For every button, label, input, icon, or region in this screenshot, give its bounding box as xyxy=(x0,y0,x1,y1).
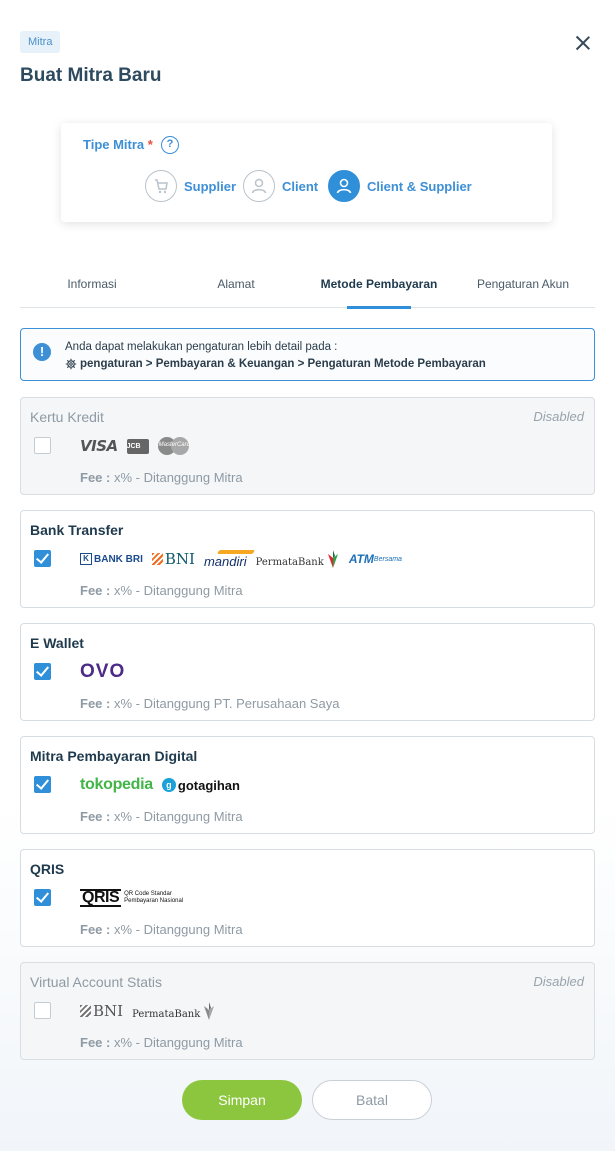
payment-method-checkbox[interactable] xyxy=(34,663,51,680)
option-label: Client xyxy=(282,178,319,194)
gotagihan-logo: g gotagihan xyxy=(161,778,240,793)
visa-logo: VISA xyxy=(80,437,118,455)
create-partner-page: Mitra Buat Mitra Baru Tipe Mitra * ? Sup… xyxy=(0,0,615,1151)
payment-method-title: E Wallet xyxy=(30,635,84,651)
mandiri-logo: mandiri xyxy=(204,550,247,569)
atm-bersama-logo: ATM Bersama xyxy=(348,551,402,566)
payment-method-title: Virtual Account Statis xyxy=(30,974,163,990)
tab-informasi[interactable]: Informasi xyxy=(20,270,164,308)
settings-path-text: pengaturan > Pembayaran & Keuangan > Pen… xyxy=(80,358,486,370)
bri-logo: K BANK BRI xyxy=(80,553,143,565)
payment-method-title: QRIS xyxy=(30,861,65,877)
payment-method-title: Kertu Kredit xyxy=(30,409,104,425)
fee-text: Fee : x% - Ditanggung Mitra xyxy=(80,583,243,598)
fee-text: Fee : x% - Ditanggung Mitra xyxy=(80,922,243,937)
partner-type-label: Tipe Mitra * xyxy=(83,137,153,152)
mastercard-logo: MasterCard xyxy=(157,437,190,455)
fee-text: Fee : x% - Ditanggung Mitra xyxy=(80,470,243,485)
close-icon[interactable] xyxy=(573,33,593,53)
settings-path-link[interactable]: pengaturan > Pembayaran & Keuangan > Pen… xyxy=(65,358,486,370)
user-icon xyxy=(328,170,360,202)
payment-method-virtual-account: Virtual Account Statis Disabled BNI Perm… xyxy=(20,962,595,1060)
payment-method-title: Mitra Pembayaran Digital xyxy=(30,748,198,764)
option-client-supplier[interactable]: Client & Supplier xyxy=(328,170,472,202)
tab-metode-pembayaran[interactable]: Metode Pembayaran xyxy=(307,270,451,309)
gear-icon xyxy=(65,358,77,370)
payment-method-bank-transfer: Bank Transfer K BANK BRI BNI mandiri Perm… xyxy=(20,510,595,608)
ovo-logo: OVO xyxy=(80,661,126,682)
tab-bar: Informasi Alamat Metode Pembayaran Penga… xyxy=(20,270,595,309)
cancel-button[interactable]: Batal xyxy=(312,1080,432,1120)
fee-text: Fee : x% - Ditanggung PT. Perusahaan Say… xyxy=(80,696,340,711)
payment-method-title: Bank Transfer xyxy=(30,522,124,538)
payment-logos: K BANK BRI BNI mandiri PermataBank ATM Ber… xyxy=(80,548,411,570)
breadcrumb-badge: Mitra xyxy=(20,31,61,53)
payment-method-checkbox[interactable] xyxy=(34,776,51,793)
permata-logo: PermataBank xyxy=(132,1002,216,1020)
tab-alamat[interactable]: Alamat xyxy=(164,270,308,308)
partner-type-card: Tipe Mitra * ? Supplier Client Client & … xyxy=(61,123,552,222)
info-alert: ! Anda dapat melakukan pengaturan lebih … xyxy=(20,328,595,381)
page-title: Buat Mitra Baru xyxy=(20,65,162,86)
payment-logos: QRIS QR Code Standar Pembayaran Nasional xyxy=(80,887,192,909)
info-text: Anda dapat melakukan pengaturan lebih de… xyxy=(65,341,338,353)
option-client[interactable]: Client xyxy=(243,170,318,202)
payment-method-digital-partner: Mitra Pembayaran Digital tokopedia g gota… xyxy=(20,736,595,834)
payment-method-checkbox[interactable] xyxy=(34,437,51,454)
status-badge: Disabled xyxy=(533,974,584,989)
qris-logo: QRIS QR Code Standar Pembayaran Nasional xyxy=(80,889,184,907)
fee-text: Fee : x% - Ditanggung Mitra xyxy=(80,809,243,824)
option-label: Supplier xyxy=(184,178,237,194)
payment-method-credit-card: Kertu Kredit Disabled VISA JCB MasterCar… xyxy=(20,397,595,495)
save-button[interactable]: Simpan xyxy=(182,1080,302,1120)
bni-logo: BNI xyxy=(151,550,195,568)
option-label: Client & Supplier xyxy=(367,178,472,194)
permata-logo: PermataBank xyxy=(256,550,340,568)
user-icon xyxy=(243,170,275,202)
option-supplier[interactable]: Supplier xyxy=(145,170,236,202)
payment-logos: BNI PermataBank xyxy=(80,1000,225,1022)
info-icon: ! xyxy=(33,343,51,361)
payment-method-checkbox[interactable] xyxy=(34,550,51,567)
question-circle-icon[interactable]: ? xyxy=(161,136,179,154)
jcb-logo: JCB xyxy=(126,438,149,454)
payment-method-e-wallet: E Wallet OVO Fee : x% - Ditanggung PT. P… xyxy=(20,623,595,721)
payment-logos: VISA JCB MasterCard xyxy=(80,435,199,457)
payment-method-checkbox[interactable] xyxy=(34,889,51,906)
cart-icon xyxy=(145,170,177,202)
payment-logos: tokopedia g gotagihan xyxy=(80,774,249,796)
payment-method-qris: QRIS QRIS QR Code Standar Pembayaran Nasio… xyxy=(20,849,595,947)
bni-logo: BNI xyxy=(80,1002,123,1020)
fee-text: Fee : x% - Ditanggung Mitra xyxy=(80,1035,243,1050)
payment-logos: OVO xyxy=(80,661,134,683)
tokopedia-logo: tokopedia xyxy=(80,776,153,793)
status-badge: Disabled xyxy=(533,409,584,424)
tab-pengaturan-akun[interactable]: Pengaturan Akun xyxy=(451,270,595,308)
payment-method-checkbox[interactable] xyxy=(34,1002,51,1019)
